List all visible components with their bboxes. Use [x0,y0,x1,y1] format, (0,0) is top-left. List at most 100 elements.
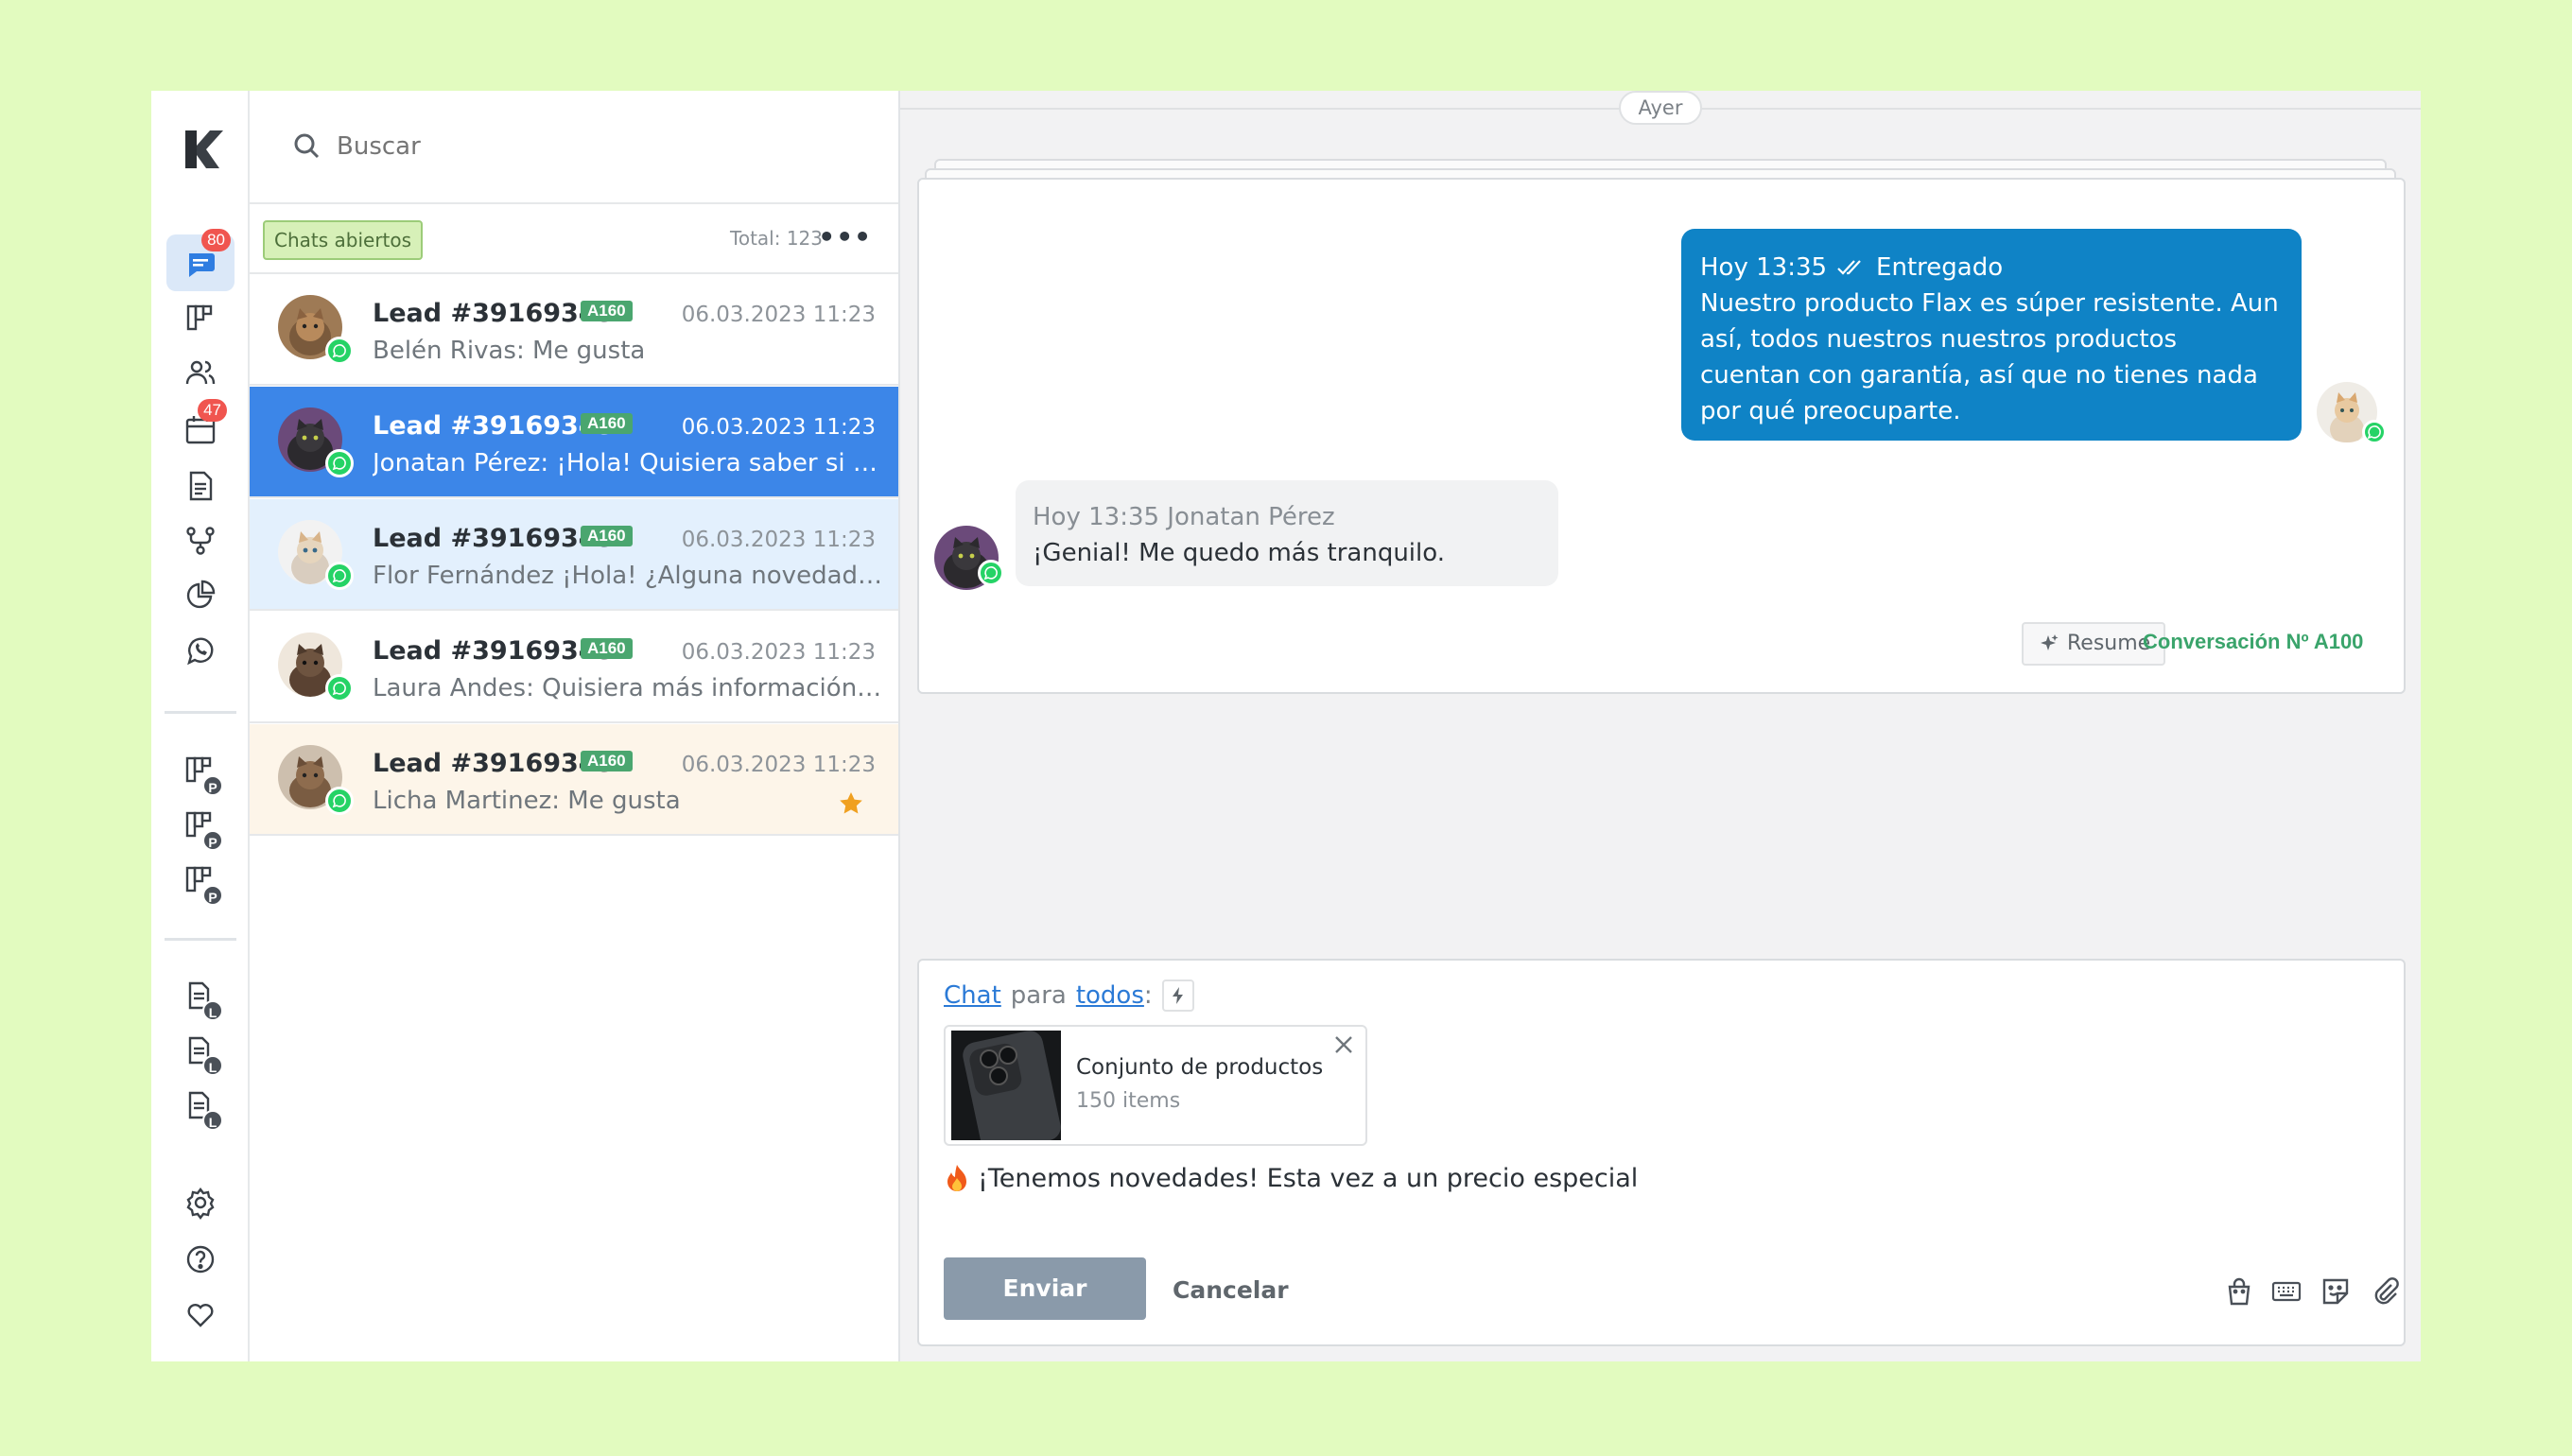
whatsapp-badge-icon [325,674,354,702]
sparkle-icon [2041,634,2059,650]
message-meta: Hoy 13:35 Jonatan Pérez [1033,503,1335,531]
fire-emoji-icon [947,1165,966,1191]
documents-nav-icon[interactable] [180,465,221,507]
recipient-link[interactable]: todos [1076,981,1144,1010]
message-meta: Hoy 13:35 Entregado [1700,250,2283,286]
whatsapp-nav-icon[interactable] [180,630,221,671]
calendar-badge: 47 [198,399,227,422]
chat-title: Lead #39169345 [373,299,615,328]
attachment-count: 150 items [1076,1089,1181,1113]
calendar-nav-icon[interactable]: 47 [180,399,227,450]
chat-time: 06.03.2023 11:23 [681,640,876,665]
for-label: para [1010,981,1067,1010]
chat-preview: Belén Rivas: Me gusta [373,337,646,365]
search-input[interactable] [337,132,809,161]
channel-mode-link[interactable]: Chat [944,981,1001,1010]
help-icon[interactable] [180,1239,221,1280]
chat-preview: Licha Martinez: Me gusta [373,787,681,815]
message-composer: Chat para todos: Conjunto de productos 1… [917,959,2406,1346]
app-window: 80 47 P P P L L L Buscar Chats abiertos … [151,91,2421,1361]
whatsapp-badge-icon [978,560,1004,586]
day-label: Ayer [1619,91,1702,125]
conversation-number[interactable]: Conversación Nº A100 [2143,630,2363,654]
chat-time: 06.03.2023 11:23 [681,528,876,552]
quick-reply-icon[interactable] [1161,979,1194,1012]
delivery-status: Entregado [1876,253,2004,282]
pipeline-p1-icon[interactable]: P [180,751,223,796]
whatsapp-badge-icon [325,449,354,477]
chat-title: Lead #39169345 [373,749,615,778]
chat-preview: Jonatan Pérez: ¡Hola! Quisiera saber si … [373,449,883,477]
product-set-attachment: Conjunto de productos 150 items [944,1025,1367,1146]
chat-time: 06.03.2023 11:23 [681,753,876,777]
chat-list-item[interactable]: Lead #39169345 A160 06.03.2023 11:23 Lic… [250,724,898,836]
chat-list-item-selected[interactable]: Lead #39169345 A160 06.03.2023 11:23 Jon… [250,387,898,498]
open-chats-filter[interactable]: Chats abiertos [263,220,424,260]
list-l1-icon[interactable]: L [180,976,223,1021]
colon: : [1143,981,1153,1010]
list-l-badge: L [202,1055,223,1076]
attachment-paperclip-icon[interactable] [2366,1273,2404,1310]
list-l2-icon[interactable]: L [180,1031,223,1076]
automation-nav-icon[interactable] [180,520,221,562]
message-input[interactable]: ¡Tenemos novedades! Esta vez a un precio… [944,1163,1638,1193]
message-text: Nuestro producto Flax es súper resistent… [1700,289,2279,425]
chat-list-item[interactable]: Lead #39169345 A160 06.03.2023 11:23 Bel… [250,274,898,386]
conversation-panel: Ayer Hoy 13:35 Entregado Nuestro product… [900,91,2421,1361]
pipeline-p2-icon[interactable]: P [180,806,223,851]
composer-header: Chat para todos: [944,979,1194,1012]
close-icon[interactable] [1329,1031,1358,1059]
contacts-nav-icon[interactable] [180,352,221,393]
shopping-bag-icon[interactable] [2220,1273,2258,1310]
list-l-badge: L [202,1000,223,1021]
whatsapp-badge-icon [325,337,354,365]
chats-unread-badge: 80 [201,229,231,251]
icon-rail: 80 47 P P P L L L [151,91,250,1361]
list-l3-icon[interactable]: L [180,1085,223,1131]
chat-tag: A160 [581,638,633,659]
chat-title: Lead #39169345 [373,524,615,553]
cancel-button[interactable]: Cancelar [1173,1276,1289,1304]
outgoing-message: Hoy 13:35 Entregado Nuestro producto Fla… [1681,229,2302,441]
incoming-message: Hoy 13:35 Jonatan Pérez ¡Genial! Me qued… [1016,480,1558,586]
analytics-nav-icon[interactable] [180,575,221,616]
product-thumbnail [951,1031,1061,1140]
rail-divider [165,711,236,714]
more-options-icon[interactable]: ••• [818,221,872,252]
whatsapp-badge-icon [2362,420,2387,444]
send-button[interactable]: Enviar [944,1257,1146,1320]
pipeline-p-badge: P [202,830,223,851]
chat-list-panel: Chats abiertos Total: 123 ••• Lead #3916… [250,91,900,1361]
rail-divider [165,938,236,941]
pipeline-p-badge: P [202,775,223,796]
chat-preview: Flor Fernández ¡Hola! ¿Alguna novedad so… [373,562,883,590]
chat-tag: A160 [581,751,633,771]
chat-list-item[interactable]: Lead #39169345 A160 06.03.2023 11:23 Lau… [250,612,898,723]
message-draft: ¡Tenemos novedades! Esta vez a un precio… [978,1163,1639,1193]
chat-list-header: Chats abiertos Total: 123 ••• [250,204,898,274]
chats-nav-icon[interactable]: 80 [166,229,235,291]
chat-time: 06.03.2023 11:23 [681,415,876,440]
keyboard-icon[interactable] [2268,1273,2305,1310]
chat-tag: A160 [581,526,633,546]
settings-gear-icon[interactable] [180,1182,221,1223]
sticker-icon[interactable] [2317,1273,2355,1310]
chat-tag: A160 [581,301,633,321]
pipeline-p3-icon[interactable]: P [180,860,223,906]
double-check-icon [1837,260,1861,275]
search-bar [250,91,898,204]
total-count: Total: 123 [730,227,823,250]
chat-title: Lead #39169345 [373,636,615,666]
chat-time: 06.03.2023 11:23 [681,303,876,327]
chat-list-item[interactable]: Lead #39169345 A160 06.03.2023 11:23 Flo… [250,499,898,611]
pipeline-nav-icon[interactable] [180,297,221,338]
message-text: ¡Genial! Me quedo más tranquilo. [1033,539,1445,567]
star-icon[interactable] [838,790,864,817]
heart-icon[interactable] [180,1293,221,1335]
pipeline-p-badge: P [202,885,223,906]
chat-tag: A160 [581,413,633,434]
conversation-card: Hoy 13:35 Entregado Nuestro producto Fla… [917,178,2406,694]
logo-icon[interactable] [176,125,225,174]
resume-label: Resume [2067,632,2151,655]
search-icon [294,133,320,159]
